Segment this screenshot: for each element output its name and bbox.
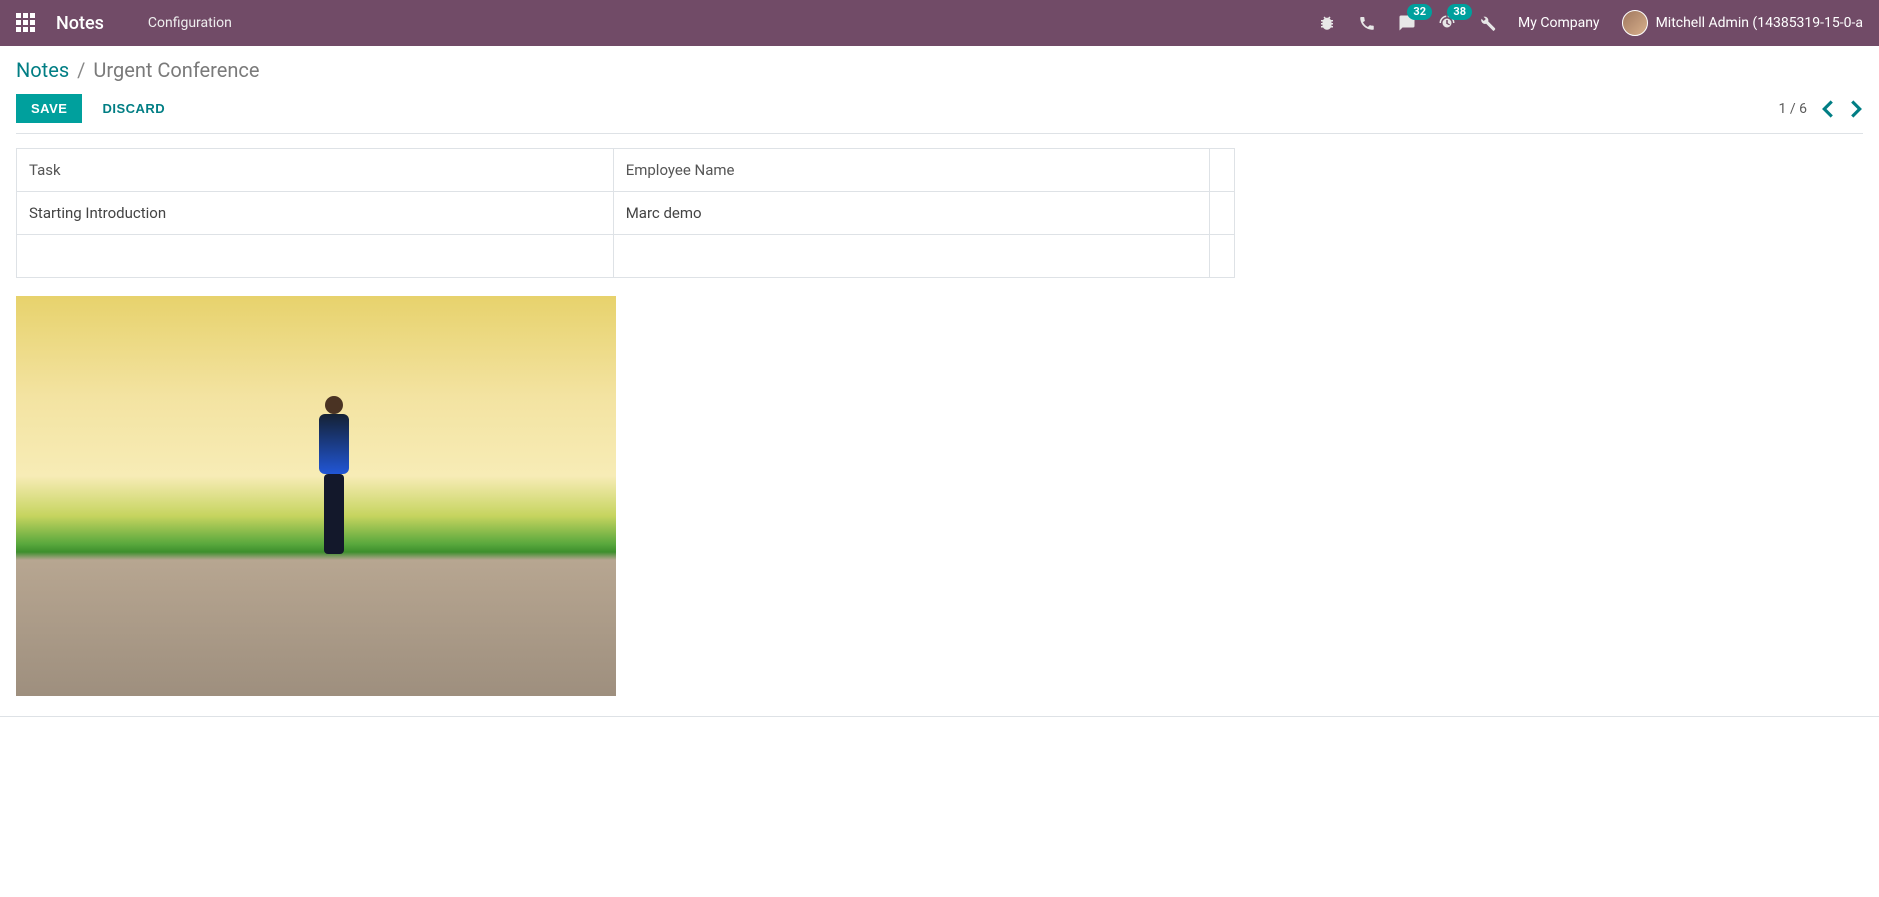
discard-button[interactable]: DISCARD [98, 95, 169, 122]
breadcrumb-current: Urgent Conference [93, 58, 259, 82]
col-header-task[interactable]: Task [17, 149, 614, 192]
breadcrumb: Notes / Urgent Conference [16, 58, 1863, 82]
phone-icon[interactable] [1358, 14, 1376, 32]
company-selector[interactable]: My Company [1518, 15, 1600, 31]
save-button[interactable]: SAVE [16, 94, 82, 123]
nav-configuration[interactable]: Configuration [148, 15, 232, 31]
cell-employee[interactable]: Marc demo [613, 192, 1209, 235]
cell-extra [1210, 235, 1235, 278]
avatar [1622, 10, 1648, 36]
activities-badge: 38 [1447, 4, 1472, 20]
app-name[interactable]: Notes [56, 13, 104, 34]
pager: 1 / 6 [1779, 99, 1863, 119]
tools-icon[interactable] [1478, 14, 1496, 32]
messages-icon[interactable]: 32 [1398, 14, 1416, 32]
user-menu[interactable]: Mitchell Admin (14385319-15-0-a [1622, 10, 1863, 36]
breadcrumb-sep: / [77, 58, 85, 82]
chevron-left-icon[interactable] [1821, 99, 1835, 119]
cell-employee[interactable] [613, 235, 1209, 278]
note-image [16, 296, 616, 696]
cell-extra [1210, 192, 1235, 235]
pager-text: 1 / 6 [1779, 101, 1807, 117]
table-row[interactable] [17, 235, 1235, 278]
col-header-employee[interactable]: Employee Name [613, 149, 1209, 192]
apps-icon[interactable] [16, 13, 36, 33]
messages-badge: 32 [1407, 4, 1432, 20]
note-table[interactable]: Task Employee Name Starting Introduction… [16, 148, 1235, 278]
activities-icon[interactable]: 38 [1438, 14, 1456, 32]
bug-icon[interactable] [1318, 14, 1336, 32]
cell-task[interactable]: Starting Introduction [17, 192, 614, 235]
top-navbar: Notes Configuration 32 38 My Company Mit… [0, 0, 1879, 46]
user-name: Mitchell Admin (14385319-15-0-a [1656, 15, 1863, 31]
chevron-right-icon[interactable] [1849, 99, 1863, 119]
form-sheet: Task Employee Name Starting Introduction… [0, 134, 1879, 717]
cell-task[interactable] [17, 235, 614, 278]
col-header-extra [1210, 149, 1235, 192]
table-row[interactable]: Starting Introduction Marc demo [17, 192, 1235, 235]
breadcrumb-root[interactable]: Notes [16, 58, 69, 82]
